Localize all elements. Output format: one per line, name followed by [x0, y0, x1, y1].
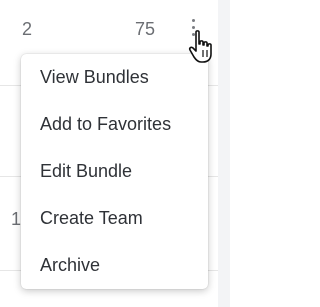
- row-value-cell: 75: [135, 19, 156, 39]
- row-count-cell: 1: [11, 209, 22, 229]
- row-actions-menu: View Bundles Add to Favorites Edit Bundl…: [21, 54, 208, 289]
- menu-item-add-to-favorites[interactable]: Add to Favorites: [21, 101, 208, 148]
- menu-item-create-team[interactable]: Create Team: [21, 195, 208, 242]
- menu-item-view-bundles[interactable]: View Bundles: [21, 54, 208, 101]
- row-count-cell: 2: [22, 19, 33, 39]
- menu-item-edit-bundle[interactable]: Edit Bundle: [21, 148, 208, 195]
- menu-item-archive[interactable]: Archive: [21, 242, 208, 289]
- hand-pointer-icon: [188, 30, 212, 63]
